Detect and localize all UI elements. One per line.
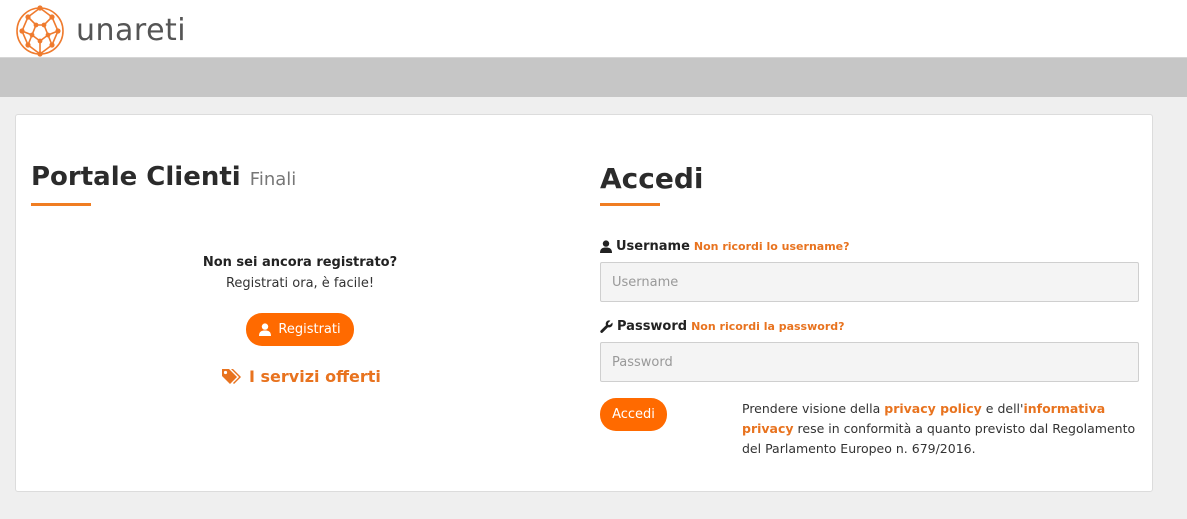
brand-name: unareti bbox=[76, 13, 187, 48]
services-link-label: I servizi offerti bbox=[249, 367, 381, 386]
portal-subtitle: Finali bbox=[249, 169, 297, 190]
login-card: Portale Clienti Finali Non sei ancora re… bbox=[15, 114, 1153, 492]
privacy-text: rese in conformità a quanto previsto dal… bbox=[742, 421, 1136, 456]
privacy-text: e dell' bbox=[981, 401, 1024, 416]
username-label-row: Username Non ricordi lo username? bbox=[600, 239, 850, 254]
network-globe-icon bbox=[14, 5, 66, 61]
user-icon bbox=[600, 240, 612, 253]
portal-title: Portale Clienti bbox=[31, 162, 241, 192]
register-question: Non sei ancora registrato? bbox=[202, 255, 398, 270]
privacy-text: Prendere visione della bbox=[742, 401, 885, 416]
password-input[interactable] bbox=[600, 342, 1139, 382]
username-label: Username bbox=[616, 239, 690, 254]
user-icon bbox=[259, 323, 272, 336]
forgot-password-link[interactable]: Non ricordi la password? bbox=[691, 320, 844, 333]
forgot-username-link[interactable]: Non ricordi lo username? bbox=[694, 240, 850, 253]
top-bar bbox=[0, 58, 1187, 97]
login-title-underline bbox=[600, 203, 660, 206]
username-input[interactable] bbox=[600, 262, 1139, 302]
password-label-row: Password Non ricordi la password? bbox=[600, 319, 845, 334]
login-button[interactable]: Accedi bbox=[600, 398, 667, 431]
privacy-notice: Prendere visione della privacy policy e … bbox=[742, 399, 1146, 459]
brand-logo[interactable]: unareti bbox=[14, 5, 186, 61]
wrench-icon bbox=[600, 320, 613, 333]
password-label: Password bbox=[617, 319, 688, 334]
login-title: Accedi bbox=[600, 162, 704, 195]
register-button-label: Registrati bbox=[278, 322, 341, 337]
header: unareti bbox=[0, 0, 1187, 58]
register-subtext: Registrati ora, è facile! bbox=[225, 276, 375, 291]
tags-icon bbox=[221, 368, 243, 386]
register-button[interactable]: Registrati bbox=[246, 313, 354, 346]
services-link[interactable]: I servizi offerti bbox=[221, 367, 381, 386]
privacy-policy-link[interactable]: privacy policy bbox=[884, 401, 982, 416]
page-title: Portale Clienti Finali bbox=[31, 162, 296, 192]
title-underline bbox=[31, 203, 91, 206]
